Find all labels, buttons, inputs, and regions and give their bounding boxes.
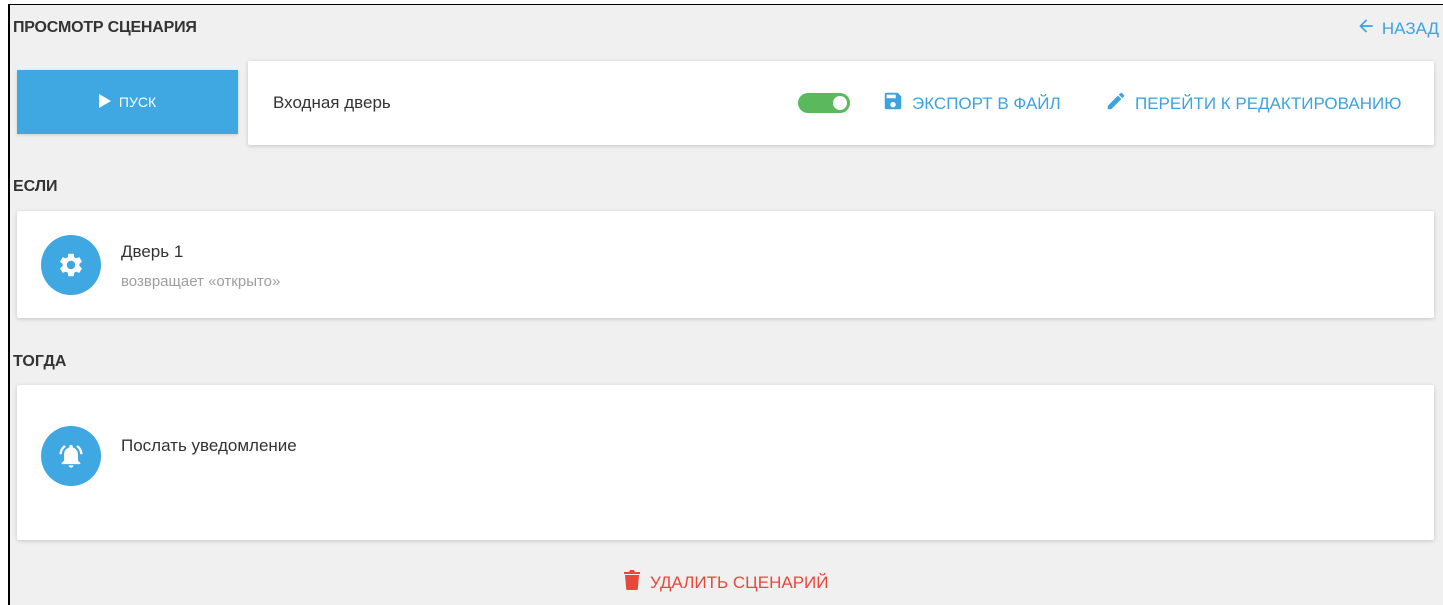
then-section-label: ТОГДА [13,353,67,370]
condition-description: возвращает «открыто» [121,273,281,290]
scenario-header-card: Входная дверь ЭКСПОРТ В ФАЙЛ ПЕРЕЙТИ К Р… [248,61,1434,145]
gear-icon [41,235,101,295]
back-button-label: НАЗАД [1381,18,1439,38]
action-card[interactable]: Послать уведомление [17,385,1434,540]
trash-icon [624,570,640,595]
arrow-left-icon [1356,16,1376,41]
export-to-file-button[interactable]: ЭКСПОРТ В ФАЙЛ [882,90,1061,117]
delete-scenario-button[interactable]: УДАЛИТЬ СЦЕНАРИЙ [624,570,828,595]
scenario-enabled-toggle[interactable] [798,93,850,113]
floppy-disk-icon [882,90,904,117]
condition-device-name: Дверь 1 [121,242,184,261]
page-title: ПРОСМОТР СЦЕНАРИЯ [13,19,197,36]
go-to-edit-button[interactable]: ПЕРЕЙТИ К РЕДАКТИРОВАНИЮ [1105,90,1401,117]
condition-card[interactable]: Дверь 1 возвращает «открыто» [17,211,1434,318]
scenario-view-page: ПРОСМОТР СЦЕНАРИЯ НАЗАД ПУСК Входная две… [8,4,1443,605]
pencil-icon [1105,90,1127,117]
action-name: Послать уведомление [121,436,297,455]
if-section-label: ЕСЛИ [13,178,58,195]
bell-icon [41,426,101,486]
run-button-label: ПУСК [118,94,157,110]
delete-button-label: УДАЛИТЬ СЦЕНАРИЙ [650,572,829,592]
run-button[interactable]: ПУСК [17,70,238,134]
export-button-label: ЭКСПОРТ В ФАЙЛ [912,93,1061,113]
toggle-knob [833,96,847,110]
back-button[interactable]: НАЗАД [1356,16,1439,41]
scenario-name: Входная дверь [273,93,391,112]
edit-button-label: ПЕРЕЙТИ К РЕДАКТИРОВАНИЮ [1135,93,1402,113]
play-icon [98,93,111,111]
